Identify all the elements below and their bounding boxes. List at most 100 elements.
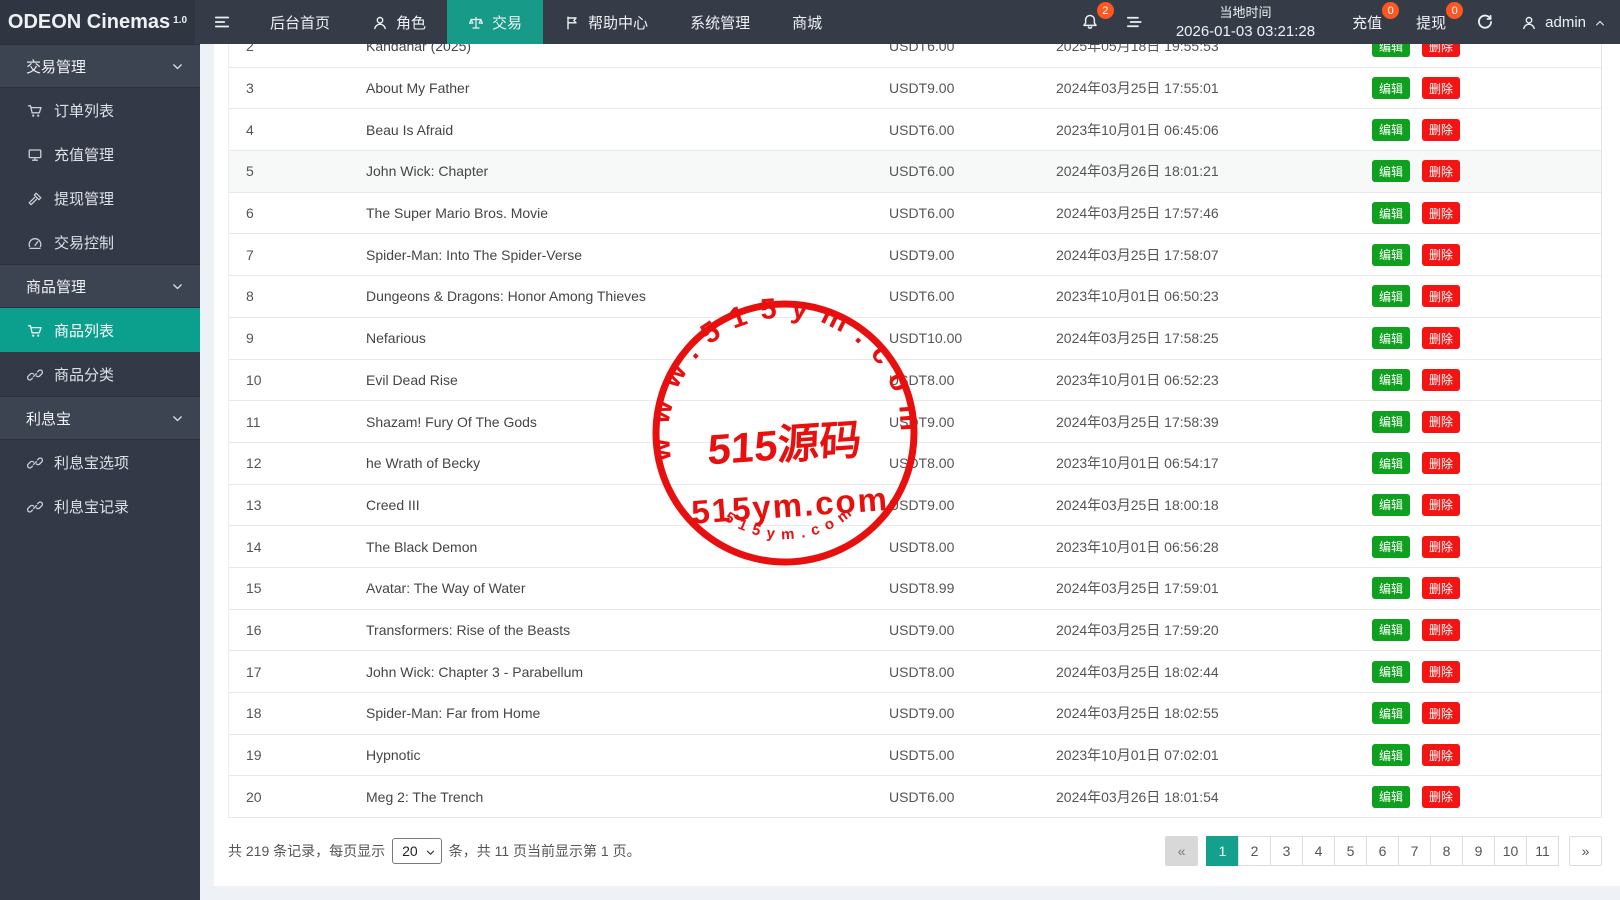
row-index: 13 (229, 497, 366, 513)
delete-button[interactable]: 删除 (1422, 661, 1460, 683)
nav-tab-dashboard[interactable]: 后台首页 (249, 0, 351, 44)
edit-button[interactable]: 编辑 (1372, 202, 1410, 224)
edit-button[interactable]: 编辑 (1372, 744, 1410, 766)
withdraw-link[interactable]: 提现 0 (1399, 0, 1463, 44)
created-time: 2024年03月25日 17:58:39 (1056, 412, 1372, 432)
sidebar-group-trade-manage[interactable]: 交易管理 (0, 44, 200, 88)
pagination-page-9[interactable]: 9 (1462, 836, 1495, 866)
pagination-page-7[interactable]: 7 (1398, 836, 1431, 866)
recharge-link[interactable]: 充值 0 (1335, 0, 1399, 44)
edit-button[interactable]: 编辑 (1372, 577, 1410, 599)
sidebar-item-product-category[interactable]: 商品分类 (0, 352, 200, 396)
sidebar-group-interest-treasure[interactable]: 利息宝 (0, 396, 200, 440)
delete-button[interactable]: 删除 (1422, 702, 1460, 724)
pagination-prev[interactable]: « (1165, 836, 1198, 866)
pagination-page-11[interactable]: 11 (1526, 836, 1559, 866)
created-time: 2024年03月25日 18:02:55 (1056, 703, 1372, 723)
edit-button[interactable]: 编辑 (1372, 536, 1410, 558)
pagination-page-2[interactable]: 2 (1238, 836, 1271, 866)
row-actions: 编辑删除 (1372, 77, 1601, 99)
edit-button[interactable]: 编辑 (1372, 452, 1410, 474)
edit-button[interactable]: 编辑 (1372, 327, 1410, 349)
delete-button[interactable]: 删除 (1422, 327, 1460, 349)
nav-tab-roles[interactable]: 角色 (351, 0, 447, 44)
task-list-button[interactable] (1112, 0, 1156, 44)
pagination-page-10[interactable]: 10 (1494, 836, 1527, 866)
edit-button[interactable]: 编辑 (1372, 619, 1410, 641)
delete-button[interactable]: 删除 (1422, 577, 1460, 599)
navbar-right: 2 当地时间 2026-01-03 03:21:28 充值 0 提现 0 adm… (1068, 0, 1620, 44)
edit-button[interactable]: 编辑 (1372, 119, 1410, 141)
delete-button[interactable]: 删除 (1422, 452, 1460, 474)
edit-button[interactable]: 编辑 (1372, 160, 1410, 182)
nav-tab-help[interactable]: 帮助中心 (543, 0, 669, 44)
delete-button[interactable]: 删除 (1422, 77, 1460, 99)
delete-button[interactable]: 删除 (1422, 619, 1460, 641)
delete-button[interactable]: 删除 (1422, 494, 1460, 516)
pagination-page-1[interactable]: 1 (1206, 836, 1239, 866)
delete-button[interactable]: 删除 (1422, 119, 1460, 141)
sidebar-item-withdraw-manage[interactable]: 提现管理 (0, 176, 200, 220)
bell-icon (1081, 13, 1099, 31)
table-row: 7Spider-Man: Into The Spider-VerseUSDT9.… (229, 234, 1601, 276)
sidebar-item-label: 商品列表 (54, 320, 114, 341)
delete-button[interactable]: 删除 (1422, 160, 1460, 182)
pagination-page-4[interactable]: 4 (1302, 836, 1335, 866)
sidebar-item-interest-records[interactable]: 利息宝记录 (0, 484, 200, 528)
caret-up-icon (1594, 14, 1606, 31)
delete-button[interactable]: 删除 (1422, 411, 1460, 433)
delete-button[interactable]: 删除 (1422, 202, 1460, 224)
flag-icon (564, 13, 580, 30)
row-actions: 编辑删除 (1372, 119, 1601, 141)
edit-button[interactable]: 编辑 (1372, 494, 1410, 516)
row-actions: 编辑删除 (1372, 494, 1601, 516)
pagination-page-6[interactable]: 6 (1366, 836, 1399, 866)
sidebar-item-product-list[interactable]: 商品列表 (0, 308, 200, 352)
product-name: he Wrath of Becky (366, 455, 889, 471)
edit-button[interactable]: 编辑 (1372, 244, 1410, 266)
main-content: 2Kandahar (2025)USDT6.002025年05月18日 19:5… (200, 44, 1620, 900)
nav-tab-system[interactable]: 系统管理 (669, 0, 771, 44)
notifications-button[interactable]: 2 (1068, 0, 1112, 44)
delete-button[interactable]: 删除 (1422, 244, 1460, 266)
nav-tab-label: 商城 (792, 12, 822, 33)
user-menu[interactable]: admin (1507, 13, 1612, 30)
edit-button[interactable]: 编辑 (1372, 411, 1410, 433)
delete-button[interactable]: 删除 (1422, 536, 1460, 558)
sidebar-item-recharge-manage[interactable]: 充值管理 (0, 132, 200, 176)
delete-button[interactable]: 删除 (1422, 786, 1460, 808)
pagination-page-8[interactable]: 8 (1430, 836, 1463, 866)
refresh-button[interactable] (1463, 0, 1507, 44)
sidebar-item-order-list[interactable]: 订单列表 (0, 88, 200, 132)
pagination-page-5[interactable]: 5 (1334, 836, 1367, 866)
edit-button[interactable]: 编辑 (1372, 661, 1410, 683)
nav-tab-trade[interactable]: 交易 (447, 0, 543, 44)
table-row: 20Meg 2: The TrenchUSDT6.002024年03月26日 1… (229, 776, 1601, 818)
delete-button[interactable]: 删除 (1422, 285, 1460, 307)
sidebar-item-interest-options[interactable]: 利息宝选项 (0, 440, 200, 484)
sidebar-toggle-button[interactable] (195, 0, 249, 44)
edit-button[interactable]: 编辑 (1372, 77, 1410, 99)
delete-button[interactable]: 删除 (1422, 744, 1460, 766)
edit-button[interactable]: 编辑 (1372, 44, 1410, 57)
edit-button[interactable]: 编辑 (1372, 702, 1410, 724)
product-price: USDT9.00 (889, 247, 1056, 263)
delete-button[interactable]: 删除 (1422, 369, 1460, 391)
created-time: 2023年10月01日 07:02:01 (1056, 745, 1372, 765)
pagination-page-3[interactable]: 3 (1270, 836, 1303, 866)
pagination: « 1234567891011 » (1166, 836, 1602, 866)
sidebar-group-product-manage[interactable]: 商品管理 (0, 264, 200, 308)
page-size-select[interactable]: 20 (392, 838, 442, 864)
row-actions: 编辑删除 (1372, 44, 1601, 57)
product-price: USDT6.00 (889, 288, 1056, 304)
edit-button[interactable]: 编辑 (1372, 285, 1410, 307)
edit-button[interactable]: 编辑 (1372, 786, 1410, 808)
content-card: 2Kandahar (2025)USDT6.002025年05月18日 19:5… (214, 44, 1620, 886)
nav-tab-mall[interactable]: 商城 (771, 0, 843, 44)
row-actions: 编辑删除 (1372, 452, 1601, 474)
pagination-next[interactable]: » (1569, 836, 1602, 866)
delete-button[interactable]: 删除 (1422, 44, 1460, 57)
sidebar-item-trade-control[interactable]: 交易控制 (0, 220, 200, 264)
edit-button[interactable]: 编辑 (1372, 369, 1410, 391)
created-time: 2023年10月01日 06:50:23 (1056, 286, 1372, 306)
